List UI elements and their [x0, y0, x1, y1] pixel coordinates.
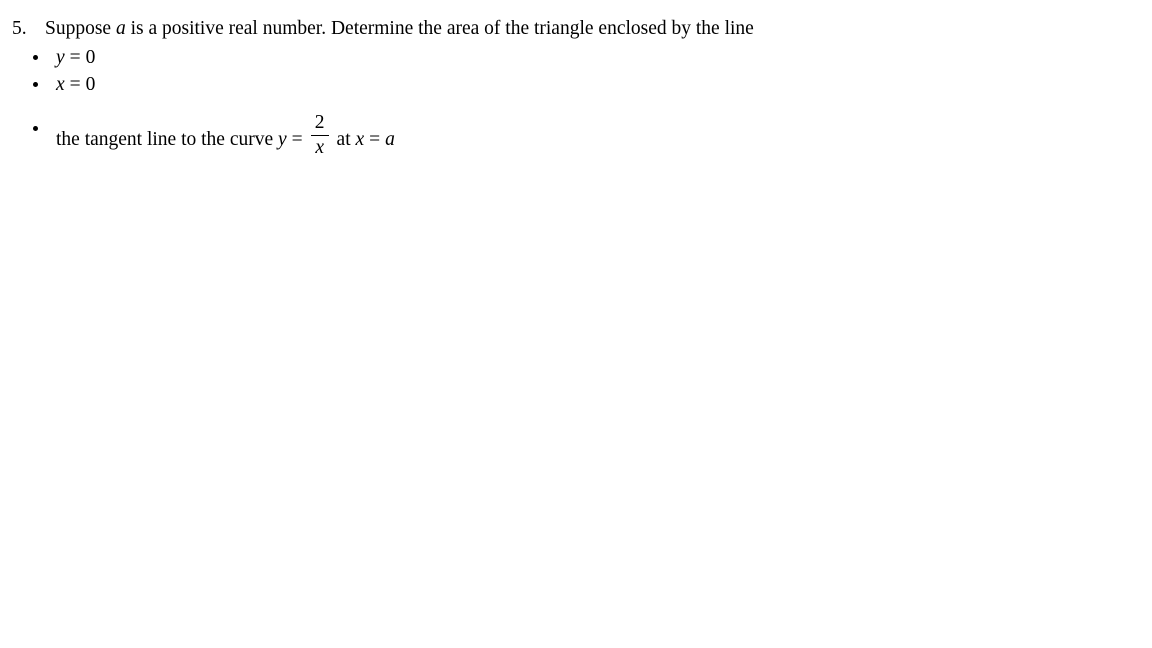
point-operator: = [369, 128, 381, 150]
fraction-bar [310, 135, 329, 136]
equation-rhs: 0 [85, 47, 96, 68]
equation-rhs: 0 [85, 74, 96, 95]
problem-stem: Suppose a is a positive real number. Det… [45, 16, 754, 42]
equation-y-equals-zero: y = 0 [56, 47, 95, 68]
point-rhs: a [385, 128, 395, 150]
fraction-numerator: 2 [314, 112, 325, 133]
condition-list: y = 0 x = 0 the tangent line to the curve y =… [12, 44, 1132, 159]
stem-text-after-variable: is a positive real number. Determine the… [125, 18, 754, 39]
bullet-dot-icon [33, 82, 38, 87]
problem-statement: 5. Suppose a is a positive real number. … [12, 16, 1132, 42]
fraction-denominator: x [315, 137, 324, 158]
point-lhs: x [355, 128, 365, 150]
problem-5: 5. Suppose a is a positive real number. … [12, 16, 1132, 159]
tangent-line-condition: the tangent line to the curve y = 2 x at x =… [56, 112, 395, 158]
list-item: x = 0 [12, 71, 1132, 98]
equation-x-equals-zero: x = 0 [56, 74, 95, 95]
equation-lhs: y [56, 47, 65, 68]
list-item: the tangent line to the curve y = 2 x at x =… [12, 112, 1132, 159]
at-word: at [336, 128, 351, 150]
document-page: 5. Suppose a is a positive real number. … [0, 0, 1152, 648]
curve-operator: = [291, 128, 303, 150]
equation-operator: = [69, 47, 81, 68]
tangent-lead-text: the tangent line to the curve [56, 128, 279, 150]
bullet-dot-icon [33, 55, 38, 60]
problem-number: 5. [12, 18, 27, 39]
fraction-two-over-x: 2x [310, 112, 329, 159]
equation-lhs: x [56, 74, 65, 95]
list-item: y = 0 [12, 44, 1132, 71]
stem-variable-a: a [115, 18, 126, 39]
equation-operator: = [69, 74, 81, 95]
bullet-dot-icon [33, 126, 38, 131]
curve-lhs: y [278, 128, 287, 150]
stem-text-before-variable: Suppose [45, 18, 116, 39]
